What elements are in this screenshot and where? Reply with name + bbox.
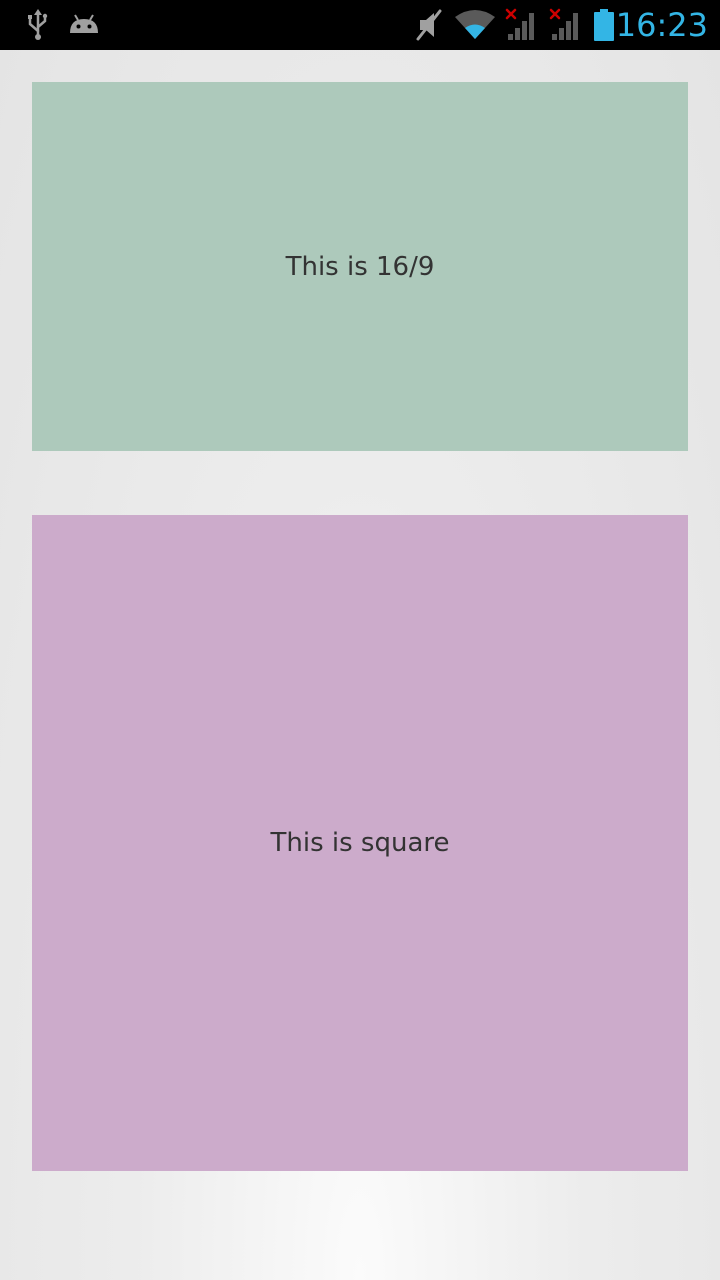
wifi-icon	[454, 0, 496, 50]
battery-icon	[592, 0, 616, 50]
signal-no-service-icon	[548, 0, 584, 50]
square-card: This is square	[32, 515, 688, 1171]
clock: 16:23	[615, 6, 708, 44]
card-label: This is square	[270, 828, 450, 858]
aspect-16-9-card: This is 16/9	[32, 82, 688, 451]
usb-icon	[24, 0, 52, 50]
signal-no-service-icon	[504, 0, 540, 50]
android-debug-icon	[68, 0, 100, 50]
status-bar: 16:23	[0, 0, 720, 50]
mute-icon	[414, 0, 444, 50]
card-label: This is 16/9	[285, 251, 435, 282]
